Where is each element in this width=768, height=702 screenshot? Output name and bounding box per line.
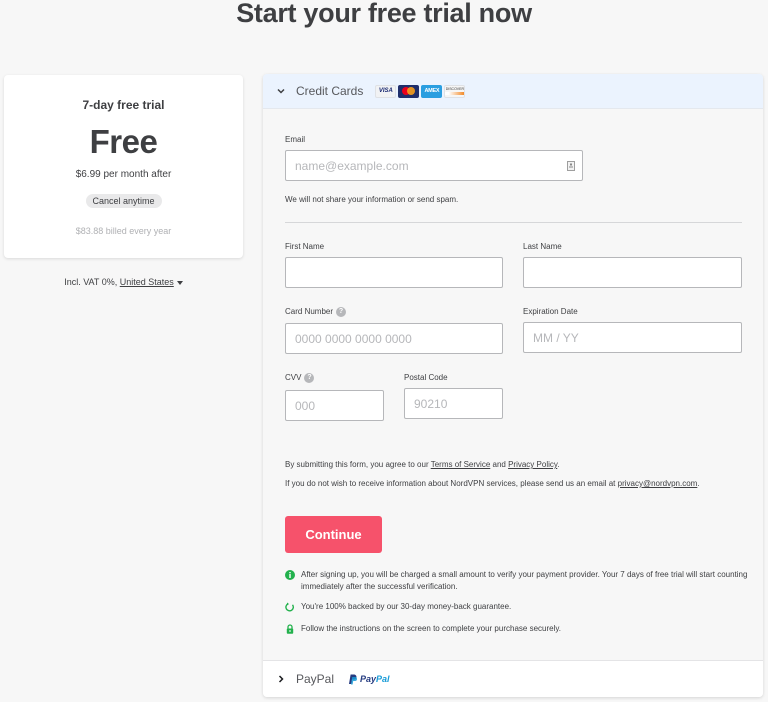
cvv-label-row: CVV? [285, 373, 315, 383]
plan-billed: $83.88 billed every year [75, 226, 172, 236]
caret-down-icon[interactable] [176, 280, 183, 285]
help-icon[interactable]: ? [304, 373, 315, 383]
optout-notice: If you do not wish to receive informatio… [285, 478, 705, 490]
first-name-input[interactable] [285, 257, 503, 288]
help-icon[interactable]: ? [336, 307, 347, 317]
paypal-label: PayPal [296, 672, 335, 686]
lock-icon [286, 624, 294, 634]
info-icon [285, 570, 295, 580]
postal-code-input[interactable] [404, 388, 503, 419]
info-item: Follow the instructions on the screen to… [285, 623, 755, 635]
email-note: We will not share your information or se… [285, 195, 459, 204]
optout-period: . [697, 479, 700, 488]
first-name-label: First Name [285, 242, 325, 251]
privacy-email-link[interactable]: privacy@nordvpn.com [618, 479, 698, 488]
payment-panel: Credit Cards VISA AMEX DISCOVER Email We… [263, 74, 763, 697]
terms-notice: By submitting this form, you agree to ou… [285, 459, 705, 471]
paypal-wordmark-pal: Pal [376, 674, 390, 684]
chevron-down-icon [277, 88, 285, 94]
last-name-input[interactable] [523, 257, 742, 288]
privacy-policy-link[interactable]: Privacy Policy [508, 460, 557, 469]
plan-card: 7-day free trial Free $6.99 per month af… [4, 75, 243, 258]
info-text: You're 100% backed by our 30-day money-b… [301, 602, 512, 611]
terms-and: and [490, 460, 509, 469]
info-text: After signing up, you will be charged a … [301, 570, 748, 591]
paypal-p-icon [349, 674, 358, 684]
plan-title: 7-day free trial [82, 98, 165, 112]
info-item: After signing up, you will be charged a … [285, 569, 755, 593]
plan-after-price: $6.99 per month after [75, 169, 172, 180]
cvv-label: CVV [285, 373, 302, 383]
discover-text: DISCOVER [445, 87, 464, 91]
last-name-label: Last Name [523, 242, 562, 251]
terms-of-service-link[interactable]: Terms of Service [431, 460, 491, 469]
expiration-input[interactable] [523, 322, 742, 353]
terms-period: . [557, 460, 560, 469]
vat-prefix: Incl. VAT 0%, [64, 277, 120, 287]
email-input[interactable] [285, 150, 583, 181]
country-selector[interactable]: United States [120, 277, 174, 287]
optout-text: If you do not wish to receive informatio… [285, 479, 618, 488]
amex-logo: AMEX [421, 84, 443, 98]
continue-button[interactable]: Continue [285, 516, 382, 553]
card-number-label-row: Card Number? [285, 307, 347, 317]
cancel-anytime-badge: Cancel anytime [85, 194, 162, 208]
card-logos: VISA AMEX DISCOVER [375, 84, 466, 98]
cvv-input[interactable] [285, 390, 384, 421]
paypal-wordmark-pay: Pay [360, 674, 377, 684]
page-title: Start your free trial now [236, 0, 532, 28]
chevron-right-icon [278, 675, 284, 683]
discover-logo: DISCOVER [444, 84, 466, 98]
paypal-logo: PayPal [348, 674, 390, 685]
plan-price: Free [89, 123, 158, 160]
card-number-label: Card Number [285, 307, 334, 317]
postal-code-label: Postal Code [404, 373, 448, 382]
visa-logo: VISA [375, 84, 397, 98]
credit-cards-label: Credit Cards [296, 84, 364, 98]
terms-prefix: By submitting this form, you agree to ou… [285, 460, 431, 469]
refresh-icon [285, 602, 294, 612]
divider [285, 222, 742, 223]
credit-cards-header[interactable]: Credit Cards VISA AMEX DISCOVER [263, 74, 763, 109]
vat-info: Incl. VAT 0%, United States [4, 277, 243, 287]
paypal-option[interactable]: PayPal PayPal [263, 660, 763, 697]
paypal-wordmark: PayPal [360, 674, 390, 684]
info-text: Follow the instructions on the screen to… [301, 624, 561, 633]
email-label: Email [285, 135, 306, 144]
info-item: You're 100% backed by our 30-day money-b… [285, 601, 755, 613]
contact-card-icon[interactable] [567, 161, 575, 171]
expiration-label: Expiration Date [523, 307, 578, 316]
card-number-input[interactable] [285, 323, 503, 354]
mastercard-logo [398, 84, 420, 98]
